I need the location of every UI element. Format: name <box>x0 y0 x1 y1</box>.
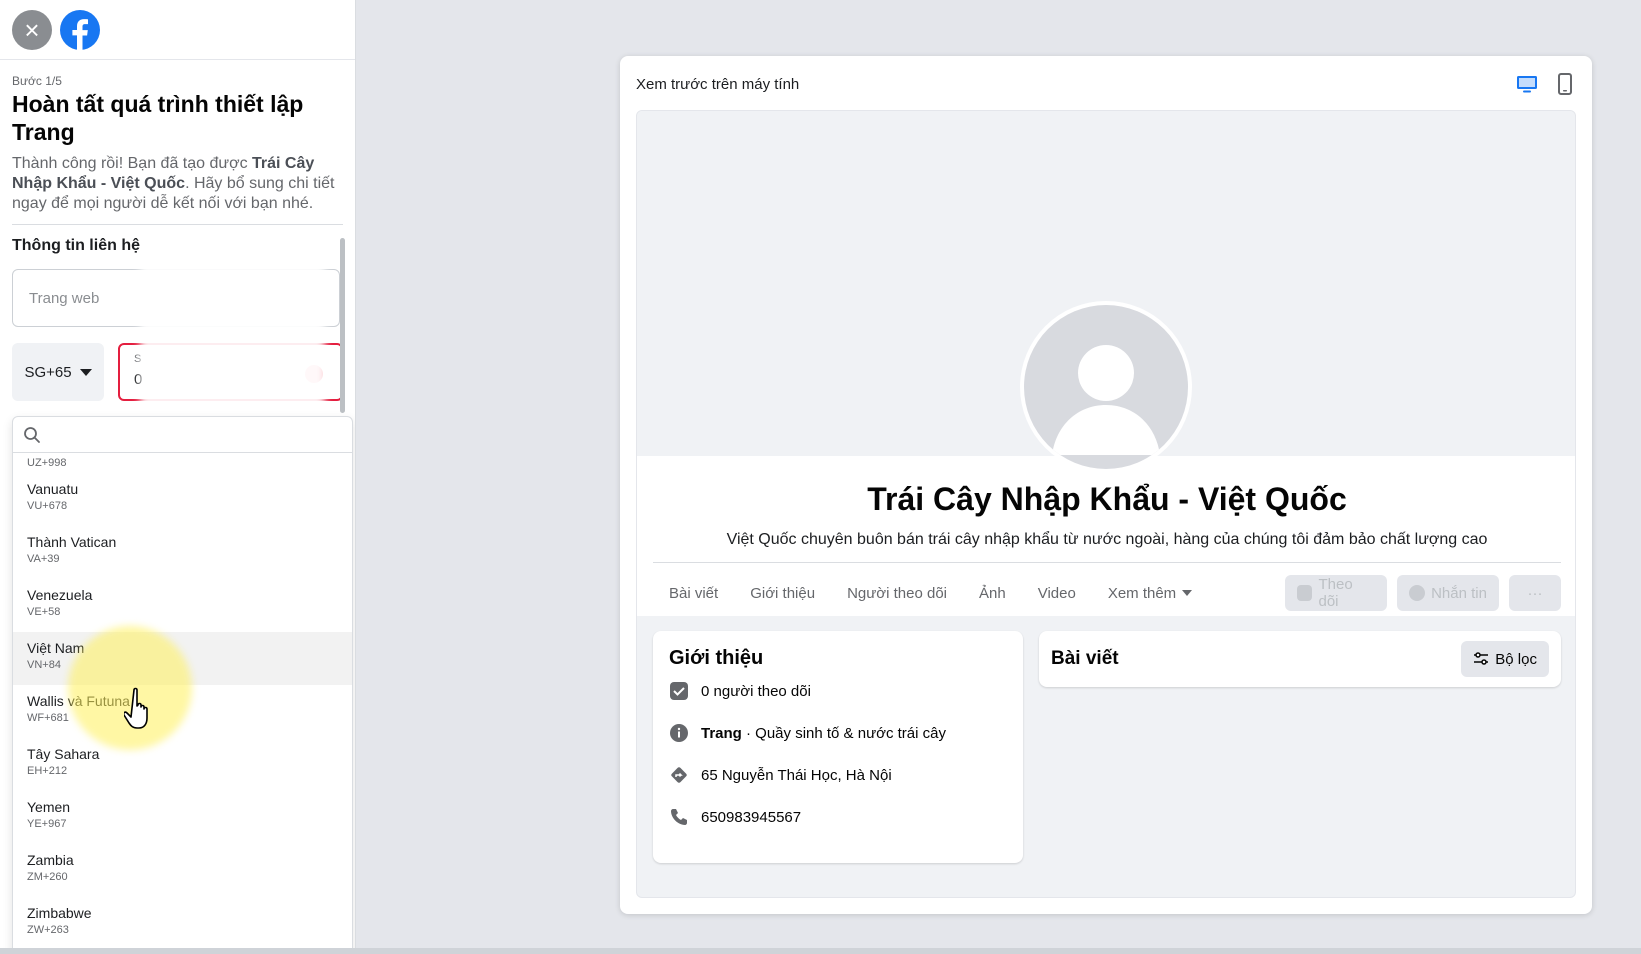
country-name: Thành Vatican <box>27 534 117 550</box>
setup-panel: × Bước 1/5 Hoàn tất quá trình thiết lập … <box>0 0 356 954</box>
tab-more[interactable]: Xem thêm <box>1092 585 1208 602</box>
page-name: Trái Cây Nhập Khẩu - Việt Quốc <box>867 481 1347 517</box>
preview-header: Xem trước trên máy tính <box>620 56 1592 112</box>
country-name: Venezuela <box>27 587 93 603</box>
window-bottom-edge <box>0 948 1641 954</box>
top-bar: × <box>0 0 355 60</box>
country-code: EH+212 <box>27 765 68 777</box>
scrollbar[interactable] <box>340 238 345 413</box>
posts-card: Bài viết Bộ lọc <box>1039 631 1561 687</box>
country-code: ZW+263 <box>27 924 69 936</box>
country-code: ZM+260 <box>27 871 68 883</box>
profile-picture <box>1020 301 1192 473</box>
phone-icon <box>669 807 689 827</box>
country-item-zimbabwe[interactable]: Zimbabwe ZW+263 <box>13 897 352 950</box>
filter-button[interactable]: Bộ lọc <box>1461 641 1549 677</box>
intro-section: Bước 1/5 Hoàn tất quá trình thiết lập Tr… <box>0 60 355 214</box>
country-item-wallis-futuna[interactable]: Wallis và Futuna WF+681 <box>13 685 352 738</box>
close-icon: × <box>24 14 40 45</box>
follow-label: Theo dõi <box>1318 576 1353 610</box>
country-code-value: SG+65 <box>24 363 72 381</box>
follow-button[interactable]: Theo dõi <box>1285 575 1387 611</box>
country-item-western-sahara[interactable]: Tây Sahara EH+212 <box>13 738 352 791</box>
tab-video[interactable]: Video <box>1022 585 1092 602</box>
country-name: Zambia <box>27 852 74 868</box>
intro-title: Giới thiệu <box>669 647 764 669</box>
intro-card: Giới thiệu 0 người theo dõi Trang · Quầy… <box>653 631 1023 863</box>
messenger-icon <box>1409 585 1426 601</box>
category-value: · Quầy sinh tố & nước trái cây <box>741 724 946 742</box>
country-name: Vanuatu <box>27 481 79 497</box>
panel-description: Thành công rồi! Bạn đã tạo được Trái Cây… <box>12 154 343 214</box>
country-item-viet-nam[interactable]: Việt Nam VN+84 <box>13 632 352 685</box>
message-button[interactable]: Nhắn tin <box>1397 575 1499 611</box>
default-avatar-icon <box>1052 345 1160 455</box>
more-options-button[interactable]: ··· <box>1509 575 1561 611</box>
website-placeholder: Trang web <box>29 289 100 307</box>
page-preview: Trái Cây Nhập Khẩu - Việt Quốc Việt Quốc… <box>636 110 1576 898</box>
directions-icon <box>669 765 689 785</box>
page-actions: Theo dõi Nhắn tin ··· <box>1285 575 1561 611</box>
panel-title: Hoàn tất quá trình thiết lập Trang <box>12 91 304 145</box>
followers-count: 0 người theo dõi <box>701 682 811 700</box>
country-name: Zimbabwe <box>27 905 92 921</box>
country-name: Yemen <box>27 799 71 815</box>
preview-title: Xem trước trên máy tính <box>636 75 800 93</box>
country-item-vatican[interactable]: Thành Vatican VA+39 <box>13 526 352 579</box>
chevron-down-icon <box>79 368 92 376</box>
country-name: Việt Nam <box>27 640 85 656</box>
country-code-select[interactable]: SG+65 <box>12 343 104 401</box>
country-code: VA+39 <box>27 553 60 565</box>
filter-label: Bộ lọc <box>1495 650 1537 668</box>
country-item-venezuela[interactable]: Venezuela VE+58 <box>13 579 352 632</box>
page-description: Việt Quốc chuyên buôn bán trái cây nhập … <box>726 531 1488 548</box>
phone-row: 650983945567 <box>669 796 1007 838</box>
country-code: VU+678 <box>27 500 68 512</box>
close-button[interactable]: × <box>12 9 52 50</box>
desktop-icon[interactable] <box>1516 73 1538 95</box>
search-icon <box>24 426 40 443</box>
step-indicator: Bước 1/5 <box>12 74 62 88</box>
page-tabs: Bài viết Giới thiệu Người theo dõi Ảnh V… <box>653 573 1561 613</box>
country-name: Tây Sahara <box>27 746 100 762</box>
mobile-icon[interactable] <box>1554 73 1576 95</box>
chevron-down-icon <box>1182 590 1193 596</box>
contact-info-label: Thông tin liên hệ <box>12 237 140 254</box>
country-code: VN+84 <box>27 659 61 671</box>
tab-posts[interactable]: Bài viết <box>653 585 734 602</box>
phone-text: 650983945567 <box>701 808 802 826</box>
address-text: 65 Nguyễn Thái Học, Hà Nội <box>701 766 892 784</box>
country-code: YE+967 <box>27 818 67 830</box>
facebook-logo-icon[interactable] <box>60 9 100 50</box>
info-icon <box>669 723 689 743</box>
country-code: VE+58 <box>27 606 61 618</box>
country-item-yemen[interactable]: Yemen YE+967 <box>13 791 352 844</box>
country-item-zambia[interactable]: Zambia ZM+260 <box>13 844 352 897</box>
tab-about[interactable]: Giới thiệu <box>734 585 831 602</box>
country-dropdown: UZ+998 Vanuatu VU+678 Thành Vatican VA+3… <box>12 416 353 954</box>
tab-followers[interactable]: Người theo dõi <box>831 585 963 602</box>
country-search-input[interactable] <box>13 417 352 453</box>
filter-icon <box>1474 652 1489 665</box>
desktop-preview-card: Xem trước trên máy tính Trái Cây Nhập Kh… <box>620 56 1592 914</box>
desc-text-1: Thành công rồi! Bạn đã tạo được <box>12 155 253 172</box>
checkbox-icon <box>669 681 689 701</box>
category-row: Trang · Quầy sinh tố & nước trái cây <box>669 712 1007 754</box>
followers-row: 0 người theo dõi <box>669 670 1007 712</box>
tab-more-label: Xem thêm <box>1107 584 1177 602</box>
posts-title: Bài viết <box>1051 648 1119 669</box>
country-code: WF+681 <box>27 712 69 724</box>
preview-device-toggle <box>1516 73 1576 95</box>
address-row: 65 Nguyễn Thái Học, Hà Nội <box>669 754 1007 796</box>
tabs-divider <box>653 562 1561 563</box>
list-item-partial[interactable]: UZ+998 <box>13 453 352 473</box>
follow-icon <box>1297 585 1313 601</box>
category-label: Trang <box>701 724 742 742</box>
country-name: Wallis và Futuna <box>27 693 130 709</box>
more-dots-icon: ··· <box>1527 584 1543 602</box>
message-label: Nhắn tin <box>1431 584 1487 602</box>
country-item-vanuatu[interactable]: Vanuatu VU+678 <box>13 473 352 526</box>
tab-photos[interactable]: Ảnh <box>963 585 1022 602</box>
country-code: UZ+998 <box>27 457 67 469</box>
